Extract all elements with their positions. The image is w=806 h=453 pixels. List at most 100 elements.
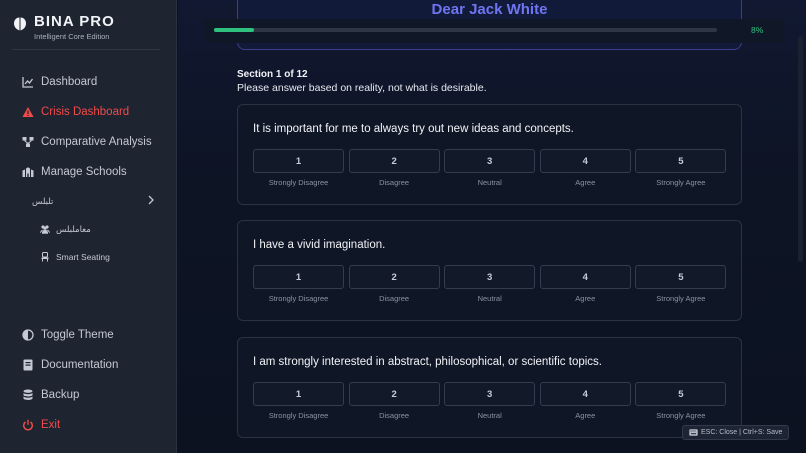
question-card: I have a vivid imagination. 1 Strongly Di… xyxy=(237,220,742,321)
sidebar-item-exit[interactable]: Exit xyxy=(22,417,60,433)
option-button[interactable]: 1 xyxy=(253,265,344,289)
option-button[interactable]: 3 xyxy=(444,382,536,406)
brand-subtitle: Intelligent Core Edition xyxy=(34,32,110,41)
power-icon xyxy=(22,419,34,431)
sidebar-item-crisis-dashboard[interactable]: Crisis Dashboard xyxy=(22,104,129,120)
sidebar-item-label: Manage Schools xyxy=(41,166,127,178)
option-3[interactable]: 3 Neutral xyxy=(444,265,536,303)
sidebar-item-comparative-analysis[interactable]: Comparative Analysis xyxy=(22,134,152,150)
option-button[interactable]: 2 xyxy=(348,382,440,406)
sidebar-item-toggle-theme[interactable]: Toggle Theme xyxy=(22,327,114,343)
section-title: Section 1 of 12 xyxy=(237,69,308,80)
sidebar-item-backup[interactable]: Backup xyxy=(22,387,79,403)
option-2[interactable]: 2 Disagree xyxy=(348,265,440,303)
option-label: Disagree xyxy=(379,294,410,303)
greeting-title: Dear Jack White xyxy=(431,1,548,18)
option-button[interactable]: 2 xyxy=(348,149,440,173)
scrollbar[interactable] xyxy=(798,36,803,262)
option-label: Agree xyxy=(575,178,596,187)
option-button[interactable]: 4 xyxy=(539,382,631,406)
question-card: I am strongly interested in abstract, ph… xyxy=(237,337,742,438)
sidebar-item-students[interactable]: تلبلس xyxy=(32,194,53,208)
option-label: Strongly Agree xyxy=(656,294,706,303)
option-button[interactable]: 4 xyxy=(539,149,631,173)
option-label: Neutral xyxy=(477,411,502,420)
contrast-icon xyxy=(22,329,34,341)
progress-track xyxy=(214,28,717,32)
sidebar-item-label: Smart Seating xyxy=(56,252,110,262)
option-2[interactable]: 2 Disagree xyxy=(348,382,440,420)
option-label: Strongly Agree xyxy=(656,411,706,420)
option-label: Neutral xyxy=(477,178,502,187)
book-icon xyxy=(22,359,34,371)
keyboard-icon xyxy=(689,429,698,436)
database-icon xyxy=(22,389,34,401)
likert-scale: 1 Strongly Disagree 2 Disagree 3 Neutral 4 A… xyxy=(253,265,727,303)
school-icon xyxy=(22,166,34,178)
brand: BINA PRO Intelligent Core Edition xyxy=(12,12,115,41)
section-instruction: Please answer based on reality, not what… xyxy=(237,82,487,94)
option-label: Agree xyxy=(575,411,596,420)
option-label: Disagree xyxy=(379,411,410,420)
question-text: I have a vivid imagination. xyxy=(253,239,386,251)
option-label: Agree xyxy=(575,294,596,303)
sidebar-item-label: معاملبلس xyxy=(56,223,91,234)
option-label: Neutral xyxy=(477,294,502,303)
option-label: Strongly Agree xyxy=(656,178,706,187)
option-3[interactable]: 3 Neutral xyxy=(444,382,536,420)
keyboard-shortcut-hint: ESC: Close | Ctrl+S: Save xyxy=(682,425,790,440)
option-button[interactable]: 5 xyxy=(635,265,727,289)
option-label: Disagree xyxy=(379,178,410,187)
chevron-right-icon[interactable] xyxy=(146,194,156,206)
sidebar-item-label: Backup xyxy=(41,389,80,401)
option-4[interactable]: 4 Agree xyxy=(539,265,631,303)
option-button[interactable]: 2 xyxy=(348,265,440,289)
chair-icon xyxy=(40,252,50,262)
option-button[interactable]: 1 xyxy=(253,382,344,406)
option-button[interactable]: 3 xyxy=(444,265,536,289)
option-button[interactable]: 4 xyxy=(539,265,631,289)
brain-icon xyxy=(14,17,26,31)
option-1[interactable]: 1 Strongly Disagree xyxy=(253,149,344,187)
question-card: It is important for me to always try out… xyxy=(237,104,742,205)
option-button[interactable]: 1 xyxy=(253,149,344,173)
option-button[interactable]: 3 xyxy=(444,149,536,173)
sidebar-item-label: Comparative Analysis xyxy=(41,136,152,148)
question-text: I am strongly interested in abstract, ph… xyxy=(253,356,602,368)
divider xyxy=(12,49,160,50)
sidebar-item-label: Exit xyxy=(41,419,61,431)
option-1[interactable]: 1 Strongly Disagree xyxy=(253,382,344,420)
option-label: Strongly Disagree xyxy=(268,411,329,420)
network-icon xyxy=(22,136,34,148)
option-label: Strongly Disagree xyxy=(268,294,329,303)
progress-fill xyxy=(214,28,255,32)
sidebar-item-label: Crisis Dashboard xyxy=(41,106,130,118)
sidebar-item-documentation[interactable]: Documentation xyxy=(22,357,118,373)
option-button[interactable]: 5 xyxy=(635,149,727,173)
users-icon xyxy=(40,224,50,234)
sidebar-item-label: تلبلس xyxy=(32,195,54,206)
option-5[interactable]: 5 Strongly Agree xyxy=(635,265,727,303)
option-1[interactable]: 1 Strongly Disagree xyxy=(253,265,344,303)
sidebar-item-dashboard[interactable]: Dashboard xyxy=(22,74,97,90)
line-chart-icon xyxy=(22,76,34,88)
sidebar-item-manage-schools[interactable]: Manage Schools xyxy=(22,164,127,180)
option-5[interactable]: 5 Strongly Agree xyxy=(635,382,727,420)
sidebar-item-teachers[interactable]: معاملبلس xyxy=(40,222,91,236)
option-button[interactable]: 5 xyxy=(635,382,727,406)
brand-title: BINA PRO xyxy=(34,13,115,30)
likert-scale: 1 Strongly Disagree 2 Disagree 3 Neutral 4 A… xyxy=(253,382,727,420)
sidebar-item-label: Documentation xyxy=(41,359,119,371)
option-2[interactable]: 2 Disagree xyxy=(348,149,440,187)
progress-label: 8% xyxy=(751,25,764,35)
shortcut-text: ESC: Close | Ctrl+S: Save xyxy=(701,429,783,436)
option-4[interactable]: 4 Agree xyxy=(539,382,631,420)
question-text: It is important for me to always try out… xyxy=(253,123,574,135)
option-4[interactable]: 4 Agree xyxy=(539,149,631,187)
sidebar-item-label: Dashboard xyxy=(41,76,98,88)
option-3[interactable]: 3 Neutral xyxy=(444,149,536,187)
warning-icon xyxy=(22,106,34,118)
sidebar-item-smart-seating[interactable]: Smart Seating xyxy=(40,250,110,264)
option-label: Strongly Disagree xyxy=(268,178,329,187)
option-5[interactable]: 5 Strongly Agree xyxy=(635,149,727,187)
